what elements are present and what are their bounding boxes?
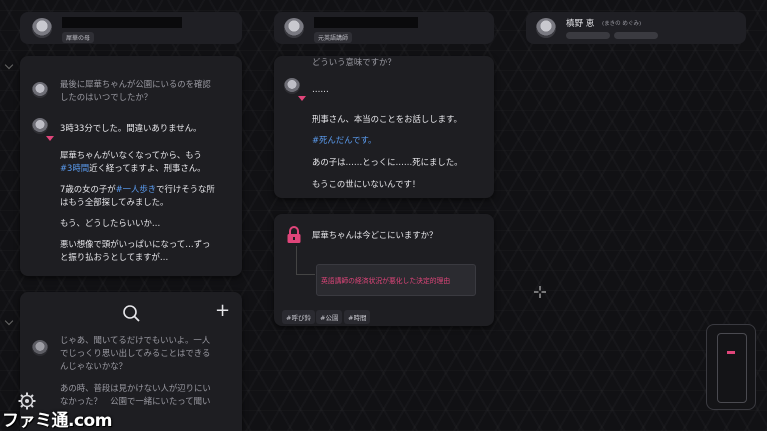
speaker-marker	[46, 136, 54, 141]
message-line: 3時33分でした。間違いありません。	[60, 123, 202, 133]
avatar	[32, 118, 48, 134]
character-furigana: (まきの めぐみ)	[602, 21, 642, 27]
keyword-link[interactable]: #死んだんです。	[312, 134, 376, 147]
phone-indicator	[727, 351, 735, 354]
speaker-marker	[298, 96, 306, 101]
message-line: 最後に犀華ちゃんが公園にいるのを確認	[60, 79, 211, 89]
chat-card-teacher: どういう意味ですか？ …… 刑事さん、本当のことをお話しします。 #死んだんです…	[274, 56, 494, 198]
message-line: どういう意味ですか？	[312, 57, 396, 67]
message-line: あの子は……とっくに……死にました。	[312, 157, 463, 167]
avatar	[284, 18, 304, 38]
message-line: #3時間近く経ってますよ、刑事さん。	[60, 163, 206, 173]
question-text: 犀華ちゃんは今どこにいますか？	[312, 230, 438, 240]
avatar	[32, 340, 48, 356]
keyword-link[interactable]: #一人歩き	[116, 184, 157, 194]
chat-card-mother: 最後に犀華ちゃんが公園にいるのを確認 したのはいつでしたか？ 3時33分でした。…	[20, 56, 242, 276]
profile-header-mother[interactable]: 犀華の母	[20, 12, 242, 44]
question-card: 犀華ちゃんは今どこにいますか？ 英語講師の経済状況が悪化した決定的理由 #呼び鈴…	[274, 214, 494, 326]
hashtag-chip[interactable]: #公園	[316, 310, 343, 324]
message-line: 犀華ちゃんがいなくなってから、もう	[60, 150, 202, 160]
message-line: と振り払おうとしてますが…	[60, 252, 169, 262]
avatar	[284, 78, 300, 94]
evidence-link[interactable]: 英語講師の経済状況が悪化した決定的理由	[316, 264, 476, 296]
message-line: でじっくり思い出してみることはできる	[60, 348, 211, 358]
avatar	[536, 18, 556, 38]
message-line: 悪い想像で頭がいっぱいになって…ずっ	[60, 239, 211, 249]
connector-line	[296, 246, 315, 275]
watermark-logo: ファミ通.com	[2, 411, 112, 431]
search-chat-icon[interactable]	[120, 302, 142, 324]
hashtag-chip[interactable]: #呼び鈴	[282, 310, 315, 324]
keyword-link[interactable]: #3時間	[60, 163, 89, 173]
message-line: もう、どうしたらいいか…	[60, 218, 161, 228]
message-line: ……	[312, 84, 329, 94]
phone-screen	[717, 333, 747, 403]
placeholder-pill	[614, 32, 658, 39]
message-line: 7歳の女の子が#一人歩きで行けそうな所	[60, 184, 215, 194]
profile-header-makino[interactable]: 槙野 恵 (まきの めぐみ)	[526, 12, 746, 44]
add-icon[interactable]: +	[215, 300, 230, 321]
message-line: あの時、普段は見かけない人が辺りにい	[60, 383, 211, 393]
message-line: んじゃないかな？	[60, 361, 127, 371]
message-line: 刑事さん、本当のことをお話しします。	[312, 114, 462, 124]
message-line: もうこの世にいないんです！	[312, 179, 421, 189]
role-tag: 元英語講師	[314, 32, 353, 43]
message-line: はもう全部探してみました。	[60, 197, 169, 207]
phone-device[interactable]	[706, 324, 756, 410]
role-tag: 犀華の母	[62, 32, 95, 43]
avatar	[32, 18, 52, 38]
message-line: じゃあ、聞いてるだけでもいいよ。一人	[60, 335, 211, 345]
character-name: 槙野 恵	[566, 19, 595, 29]
redacted-name	[62, 17, 182, 28]
message-line: したのはいつでしたか？	[60, 92, 153, 102]
redacted-name	[314, 17, 418, 28]
crosshair-cursor-icon	[534, 286, 546, 298]
avatar	[32, 82, 48, 98]
hashtag-chip[interactable]: #時間	[344, 310, 371, 324]
placeholder-pill	[566, 32, 610, 39]
lock-icon	[287, 226, 301, 243]
profile-header-teacher[interactable]: 元英語講師	[274, 12, 494, 44]
